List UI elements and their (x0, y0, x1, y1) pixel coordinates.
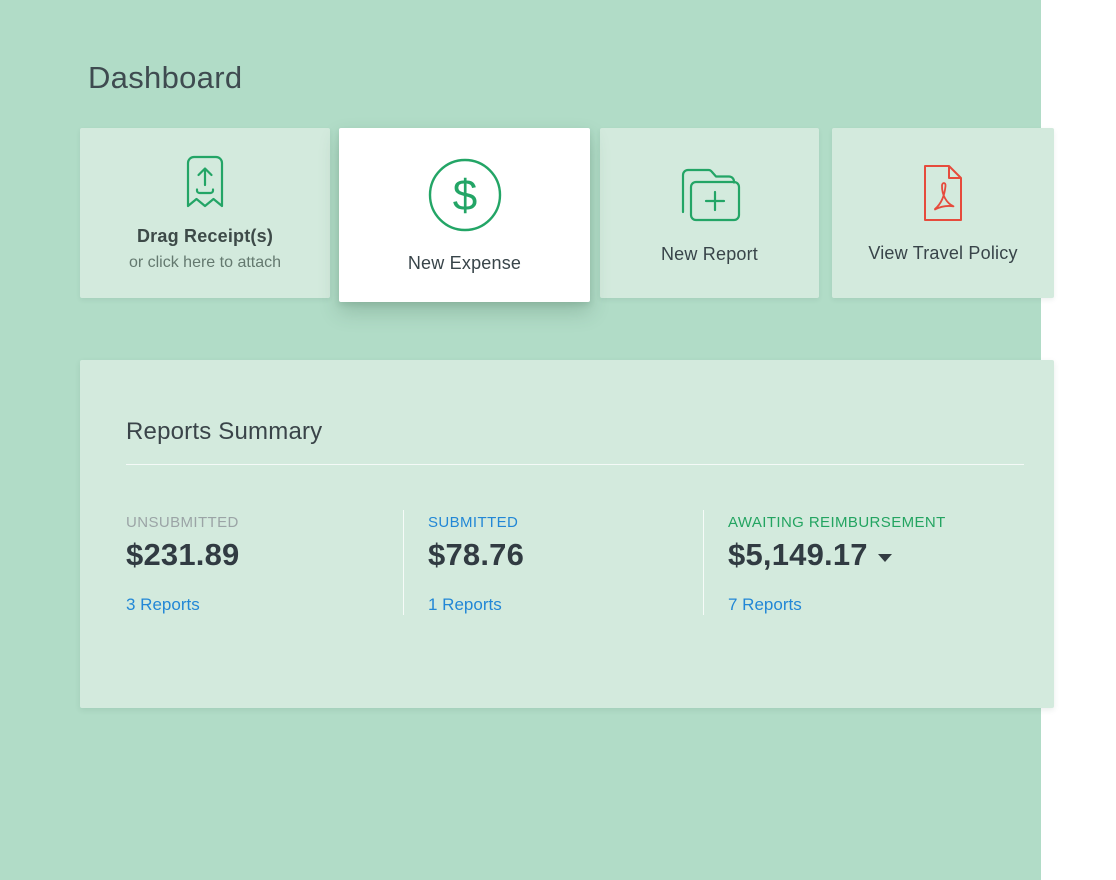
drag-receipts-title: Drag Receipt(s) (137, 226, 273, 247)
reports-summary-divider (126, 464, 1024, 465)
stat-submitted-label: SUBMITTED (428, 514, 703, 531)
page-title: Dashboard (88, 58, 242, 98)
reports-summary-title: Reports Summary (126, 418, 322, 446)
svg-text:$: $ (452, 171, 476, 220)
stat-unsubmitted-reports-link[interactable]: 3 Reports (126, 595, 200, 615)
drag-receipts-subtitle: or click here to attach (129, 254, 281, 272)
reports-stats-row: UNSUBMITTED $231.89 3 Reports SUBMITTED … (126, 510, 1024, 615)
new-report-label: New Report (661, 244, 758, 265)
drag-receipts-dropzone[interactable]: Drag Receipt(s) or click here to attach (80, 128, 330, 298)
stat-awaiting-reimbursement: AWAITING REIMBURSEMENT $5,149.17 7 Repor… (703, 510, 1024, 615)
dollar-circle-icon: $ (427, 157, 503, 233)
stat-submitted-amount: $78.76 (428, 537, 703, 573)
stat-submitted: SUBMITTED $78.76 1 Reports (403, 510, 703, 615)
dashboard-page: Dashboard Drag Receipt(s) or click here … (0, 0, 1116, 880)
view-travel-policy-button[interactable]: View Travel Policy (832, 128, 1054, 298)
stat-submitted-reports-link[interactable]: 1 Reports (428, 595, 502, 615)
stat-awaiting-label: AWAITING REIMBURSEMENT (728, 514, 1024, 531)
new-report-button[interactable]: New Report (600, 128, 819, 298)
stat-unsubmitted-amount: $231.89 (126, 537, 403, 573)
new-expense-label: New Expense (408, 253, 521, 274)
caret-down-icon[interactable] (878, 554, 892, 562)
reports-summary-card: Reports Summary UNSUBMITTED $231.89 3 Re… (80, 360, 1054, 708)
stat-awaiting-amount: $5,149.17 (728, 537, 1024, 573)
pdf-document-icon (922, 163, 964, 223)
stat-awaiting-reports-link[interactable]: 7 Reports (728, 595, 802, 615)
receipt-upload-icon (183, 154, 227, 212)
folder-plus-icon (674, 162, 746, 224)
new-expense-button[interactable]: $ New Expense (339, 128, 590, 302)
stat-unsubmitted-label: UNSUBMITTED (126, 514, 403, 531)
stat-unsubmitted: UNSUBMITTED $231.89 3 Reports (126, 510, 403, 615)
view-travel-policy-label: View Travel Policy (868, 243, 1017, 264)
